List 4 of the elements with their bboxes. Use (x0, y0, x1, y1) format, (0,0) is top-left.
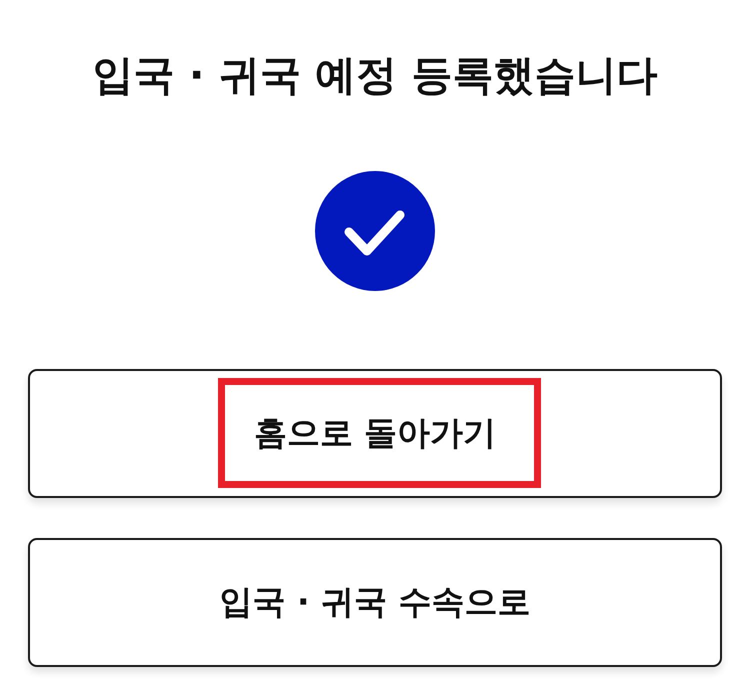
checkmark-circle-icon (315, 171, 435, 291)
confirmation-title: 입국 · 귀국 예정 등록했습니다 (92, 50, 658, 101)
procedure-button[interactable]: 입국 · 귀국 수속으로 (28, 538, 722, 667)
home-button[interactable]: 홈으로 돌아가기 (28, 369, 722, 498)
